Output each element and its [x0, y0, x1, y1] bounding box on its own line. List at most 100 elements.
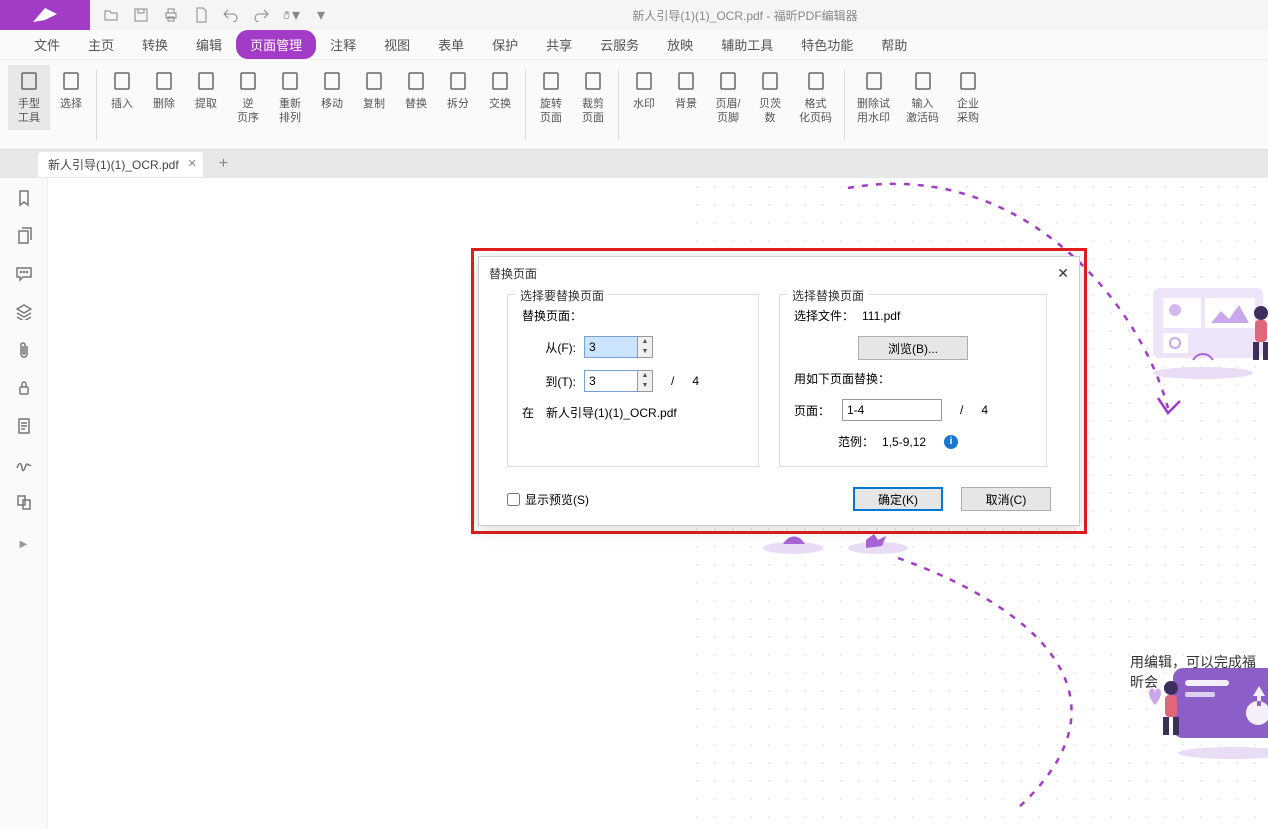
ribbon-button-3[interactable]: 插入 [101, 65, 143, 115]
qat-redo-icon[interactable] [252, 6, 270, 24]
menu-item-4[interactable]: 页面管理 [236, 30, 316, 59]
ribbon-icon [911, 69, 935, 93]
to-input[interactable] [584, 370, 638, 392]
security-icon[interactable] [14, 378, 34, 398]
tab-label: 新人引导(1)(1)_OCR.pdf [48, 158, 179, 172]
ribbon-icon [17, 69, 41, 93]
menu-item-10[interactable]: 云服务 [586, 30, 653, 59]
source-pages-fieldset: 选择要替换页面 替换页面： 从(F): ▲▼ 到(T): ▲▼ / 4 在 [507, 294, 759, 467]
spin-up-icon[interactable]: ▲ [638, 337, 652, 347]
menu-item-2[interactable]: 转换 [128, 30, 182, 59]
qat-dropdown-icon[interactable]: ▾ [312, 6, 330, 24]
ribbon-button-7[interactable]: 重新 排列 [269, 65, 311, 130]
spin-down-icon[interactable]: ▼ [638, 381, 652, 391]
in-file-name: 新人引导(1)(1)_OCR.pdf [546, 404, 677, 421]
in-label: 在 [522, 404, 534, 421]
menu-item-9[interactable]: 共享 [532, 30, 586, 59]
ribbon-button-8[interactable]: 移动 [311, 65, 353, 115]
qat-print-icon[interactable] [162, 6, 180, 24]
ribbon-button-20[interactable]: 贝茨 数 [749, 65, 791, 130]
ribbon-button-15[interactable]: 裁剪 页面 [572, 65, 614, 130]
ribbon-label: 替换 [405, 97, 427, 111]
ribbon-icon [404, 69, 428, 93]
expand-icon[interactable]: ▶ [14, 534, 34, 554]
menu-item-6[interactable]: 视图 [370, 30, 424, 59]
bookmark-icon[interactable] [14, 188, 34, 208]
ribbon-button-1[interactable]: 选择 [50, 65, 92, 115]
ribbon: 手型 工具选择插入删除提取逆 页序重新 排列移动复制替换拆分交换旋转 页面裁剪 … [0, 60, 1268, 150]
ribbon-icon [278, 69, 302, 93]
layers-icon[interactable] [14, 302, 34, 322]
ribbon-button-0[interactable]: 手型 工具 [8, 65, 50, 130]
show-preview-checkbox[interactable]: 显示预览(S) [507, 491, 589, 508]
signature-icon[interactable] [14, 454, 34, 474]
ribbon-button-24[interactable]: 输入 激活码 [898, 65, 947, 130]
ribbon-button-19[interactable]: 页眉/ 页脚 [707, 65, 749, 130]
menu-item-1[interactable]: 主页 [74, 30, 128, 59]
browse-button[interactable]: 浏览(B)... [858, 336, 968, 360]
menu-item-7[interactable]: 表单 [424, 30, 478, 59]
selected-file-name: 111.pdf [862, 309, 900, 323]
info-icon[interactable]: i [944, 435, 958, 449]
close-icon[interactable]: ✕ [1057, 265, 1069, 282]
ribbon-icon [320, 69, 344, 93]
ribbon-separator [96, 70, 97, 140]
window-title: 新人引导(1)(1)_OCR.pdf - 福昕PDF编辑器 [342, 7, 1148, 24]
ribbon-icon [581, 69, 605, 93]
compare-icon[interactable] [14, 492, 34, 512]
menu-item-14[interactable]: 帮助 [867, 30, 921, 59]
ribbon-label: 提取 [195, 97, 217, 111]
from-input[interactable] [584, 336, 638, 358]
ribbon-icon [862, 69, 886, 93]
qat-hand-icon[interactable]: ▾ [282, 6, 300, 24]
ribbon-separator [618, 70, 619, 140]
document-tab[interactable]: 新人引导(1)(1)_OCR.pdf ✕ [38, 152, 203, 177]
dialog-title: 替换页面 [489, 265, 537, 282]
ribbon-button-6[interactable]: 逆 页序 [227, 65, 269, 130]
attachment-icon[interactable] [14, 340, 34, 360]
ribbon-icon [539, 69, 563, 93]
menu-item-12[interactable]: 辅助工具 [707, 30, 787, 59]
ribbon-button-9[interactable]: 复制 [353, 65, 395, 115]
qat-open-icon[interactable] [102, 6, 120, 24]
total-pages: 4 [692, 374, 699, 388]
menu-item-3[interactable]: 编辑 [182, 30, 236, 59]
qat-save-icon[interactable] [132, 6, 150, 24]
ribbon-button-5[interactable]: 提取 [185, 65, 227, 115]
menu-item-13[interactable]: 特色功能 [787, 30, 867, 59]
ribbon-button-14[interactable]: 旋转 页面 [530, 65, 572, 130]
close-icon[interactable]: ✕ [187, 157, 196, 170]
ribbon-button-10[interactable]: 替换 [395, 65, 437, 115]
ribbon-icon [632, 69, 656, 93]
spin-down-icon[interactable]: ▼ [638, 347, 652, 357]
menu-item-5[interactable]: 注释 [316, 30, 370, 59]
menu-item-11[interactable]: 放映 [653, 30, 707, 59]
add-tab-button[interactable]: + [219, 155, 228, 173]
qat-doc-icon[interactable] [192, 6, 210, 24]
form-icon[interactable] [14, 416, 34, 436]
ribbon-button-21[interactable]: 格式 化页码 [791, 65, 840, 130]
menu-item-8[interactable]: 保护 [478, 30, 532, 59]
ribbon-button-25[interactable]: 企业 采购 [947, 65, 989, 130]
spin-up-icon[interactable]: ▲ [638, 371, 652, 381]
qat-undo-icon[interactable] [222, 6, 240, 24]
use-pages-label: 用如下页面替换： [794, 370, 1032, 387]
ok-button[interactable]: 确定(K) [853, 487, 943, 511]
replace-page-label: 替换页面： [522, 307, 744, 324]
ribbon-button-18[interactable]: 背景 [665, 65, 707, 115]
ribbon-button-23[interactable]: 删除试 用水印 [849, 65, 898, 130]
menu-item-0[interactable]: 文件 [20, 30, 74, 59]
preview-checkbox-input[interactable] [507, 493, 520, 506]
comment-icon[interactable] [14, 264, 34, 284]
slash: / [960, 403, 963, 417]
ribbon-button-4[interactable]: 删除 [143, 65, 185, 115]
total-pages: 4 [981, 403, 988, 417]
ribbon-button-12[interactable]: 交换 [479, 65, 521, 115]
ribbon-button-11[interactable]: 拆分 [437, 65, 479, 115]
ribbon-icon [716, 69, 740, 93]
cancel-button[interactable]: 取消(C) [961, 487, 1051, 511]
pages-icon[interactable] [14, 226, 34, 246]
ribbon-button-17[interactable]: 水印 [623, 65, 665, 115]
page-range-input[interactable] [842, 399, 942, 421]
range-example-value: 1,5-9,12 [882, 435, 926, 449]
